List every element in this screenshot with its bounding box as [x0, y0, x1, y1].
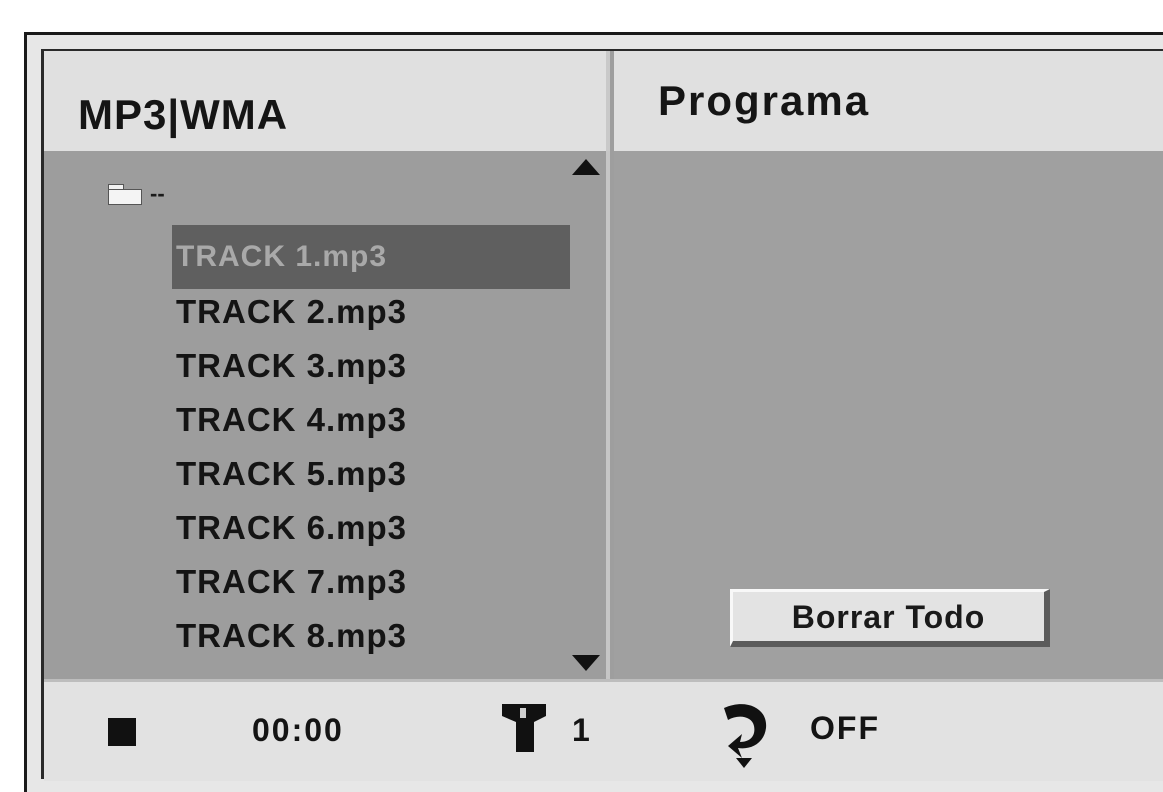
elapsed-time: 00:00 [252, 712, 344, 748]
track-icon [502, 704, 546, 752]
track-item[interactable]: TRACK 6.mp3 [172, 501, 570, 555]
clear-all-button[interactable]: Borrar Todo [730, 589, 1050, 647]
folder-icon [108, 184, 142, 205]
parent-folder-label: -- [150, 181, 165, 206]
track-item[interactable]: TRACK 7.mp3 [172, 555, 570, 609]
parent-folder-item[interactable]: -- [108, 177, 165, 211]
repeat-status: OFF [810, 710, 880, 746]
track-item[interactable]: TRACK 2.mp3 [172, 285, 570, 339]
track-item[interactable]: TRACK 5.mp3 [172, 447, 570, 501]
scroll-down-arrow-icon[interactable] [572, 655, 600, 671]
mp3-menu: MP3|WMA Programa -- TRACK 1.mp3 TRACK 2.… [41, 49, 1163, 781]
track-list: TRACK 1.mp3 TRACK 2.mp3 TRACK 3.mp3 TRAC… [172, 225, 570, 663]
repeat-icon [724, 704, 767, 768]
program-title: Programa [614, 51, 1163, 151]
program-list-pane: Borrar Todo [614, 151, 1163, 679]
stop-icon [108, 718, 136, 746]
track-item[interactable]: TRACK 3.mp3 [172, 339, 570, 393]
track-item[interactable]: TRACK 1.mp3 [172, 225, 570, 289]
list-title: MP3|WMA [44, 51, 610, 151]
track-item[interactable]: TRACK 4.mp3 [172, 393, 570, 447]
file-list-pane: -- TRACK 1.mp3 TRACK 2.mp3 TRACK 3.mp3 T… [44, 151, 610, 679]
track-number: 1 [572, 712, 590, 748]
track-item[interactable]: TRACK 8.mp3 [172, 609, 570, 663]
scroll-up-arrow-icon[interactable] [572, 159, 600, 175]
status-bar: 00:00 1 OFF [44, 679, 1163, 781]
